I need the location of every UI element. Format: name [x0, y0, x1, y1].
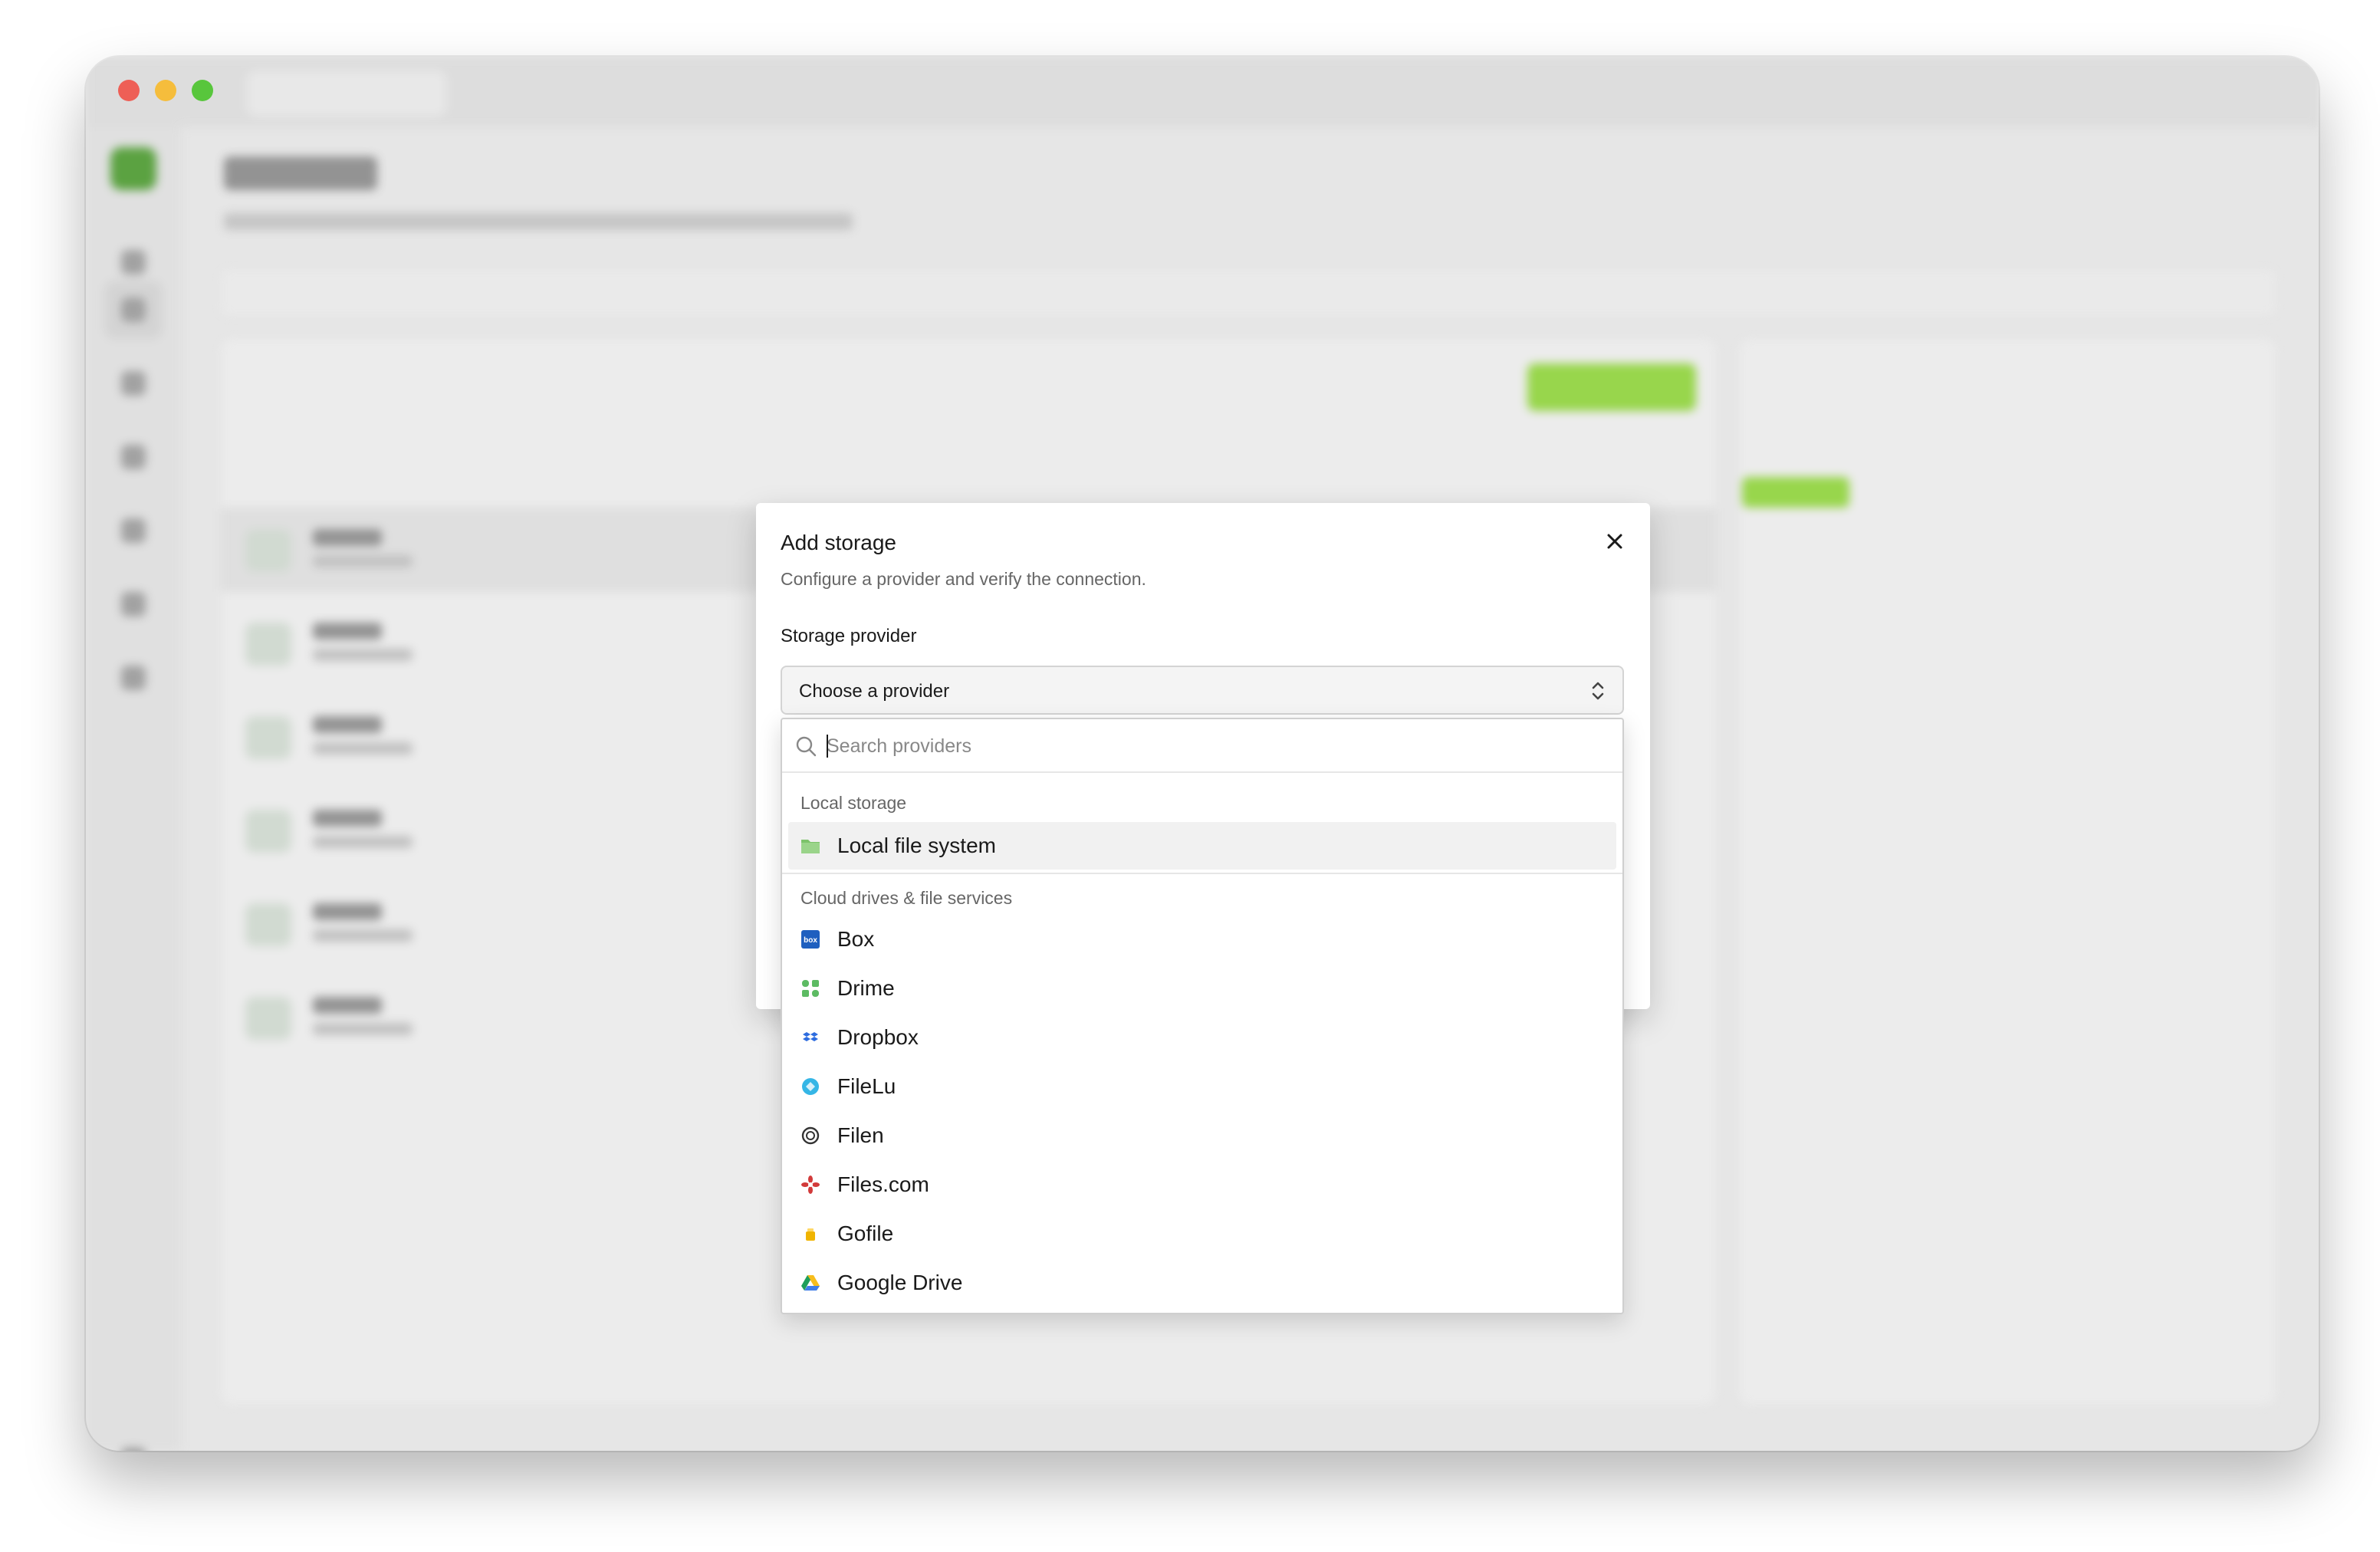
tab-synchronize[interactable] [462, 71, 661, 117]
provider-item-label: Local file system [837, 834, 996, 857]
svg-text:box: box [804, 936, 817, 945]
close-window-button[interactable] [118, 80, 140, 101]
dialog-title: Add storage [781, 531, 896, 554]
provider-item-label: Files.com [837, 1172, 929, 1196]
sidebar-history-icon[interactable] [121, 666, 146, 690]
close-dialog-button[interactable] [1603, 529, 1627, 554]
dropbox-logo-icon [803, 1032, 818, 1041]
sidebar-jobs-icon[interactable] [121, 445, 146, 469]
provider-item-filelu[interactable]: FileLu [788, 1063, 1616, 1110]
storage-provider-label: Storage provider [781, 626, 917, 646]
provider-item-gofile[interactable]: Gofile [788, 1210, 1616, 1258]
provider-item-files-com[interactable]: Files.com [788, 1161, 1616, 1208]
box-logo-icon: box [801, 930, 820, 949]
provider-select-value: Choose a provider [799, 681, 950, 702]
group-label-local-storage: Local storage [800, 793, 907, 813]
filelu-logo-icon [802, 1078, 819, 1095]
minimize-window-button[interactable] [155, 80, 176, 101]
filen-logo-icon [801, 1126, 820, 1145]
sidebar-schedule-icon[interactable] [121, 592, 146, 617]
sidebar-settings-icon[interactable] [121, 1448, 146, 1451]
provider-item-label: Dropbox [837, 1025, 919, 1049]
add-storage-button-blurred[interactable] [1527, 363, 1696, 411]
sidebar-storages-icon[interactable] [121, 298, 146, 322]
tab-explorer[interactable] [676, 71, 906, 117]
provider-select[interactable]: Choose a provider [781, 666, 1624, 715]
provider-item-label: Box [837, 927, 875, 951]
provider-item-filen[interactable]: Filen [788, 1112, 1616, 1159]
group-label-cloud-drives: Cloud drives & file services [800, 888, 1013, 908]
folder-icon [801, 840, 820, 853]
maximize-window-button[interactable] [192, 80, 213, 101]
provider-search-row [782, 719, 1622, 773]
provider-item-label: Filen [837, 1123, 884, 1147]
page-subtitle-blurred [224, 213, 853, 230]
sidebar [86, 127, 181, 1451]
drime-logo-icon [802, 980, 819, 997]
provider-item-label: Drime [837, 976, 895, 1000]
text-caret [827, 735, 828, 758]
sidebar-explorer-icon[interactable] [121, 371, 146, 396]
group-divider [782, 873, 1622, 874]
filescom-logo-icon [801, 1176, 820, 1194]
provider-item-google-drive[interactable]: Google Drive [788, 1259, 1616, 1307]
provider-item-local-file-system[interactable]: Local file system [788, 822, 1616, 870]
sidebar-dashboard-icon[interactable] [121, 250, 146, 275]
search-icon [796, 736, 817, 757]
tab-storages[interactable] [247, 71, 446, 117]
gofile-logo-icon [806, 1228, 815, 1241]
google-drive-logo-icon [801, 1275, 820, 1291]
app-logo [110, 147, 156, 190]
dialog-subtitle: Configure a provider and verify the conn… [781, 569, 1146, 589]
provider-item-box[interactable]: box Box [788, 916, 1616, 963]
status-badge-blurred [1742, 477, 1849, 508]
page-title-blurred [224, 156, 377, 190]
provider-item-label: Gofile [837, 1222, 894, 1245]
provider-dropdown: Local storage Local file system Cloud dr… [781, 718, 1624, 1314]
provider-item-dropbox[interactable]: Dropbox [788, 1014, 1616, 1061]
provider-item-label: FileLu [837, 1074, 896, 1098]
provider-item-label: Google Drive [837, 1271, 963, 1294]
provider-item-drime[interactable]: Drime [788, 965, 1616, 1012]
status-notice [221, 270, 2276, 316]
tab-bar [86, 57, 2319, 127]
provider-search-input[interactable] [827, 728, 1593, 764]
sidebar-sync-icon[interactable] [121, 518, 146, 543]
close-icon [1607, 534, 1622, 549]
window-controls [118, 80, 213, 101]
chevron-up-down-icon [1592, 682, 1604, 700]
